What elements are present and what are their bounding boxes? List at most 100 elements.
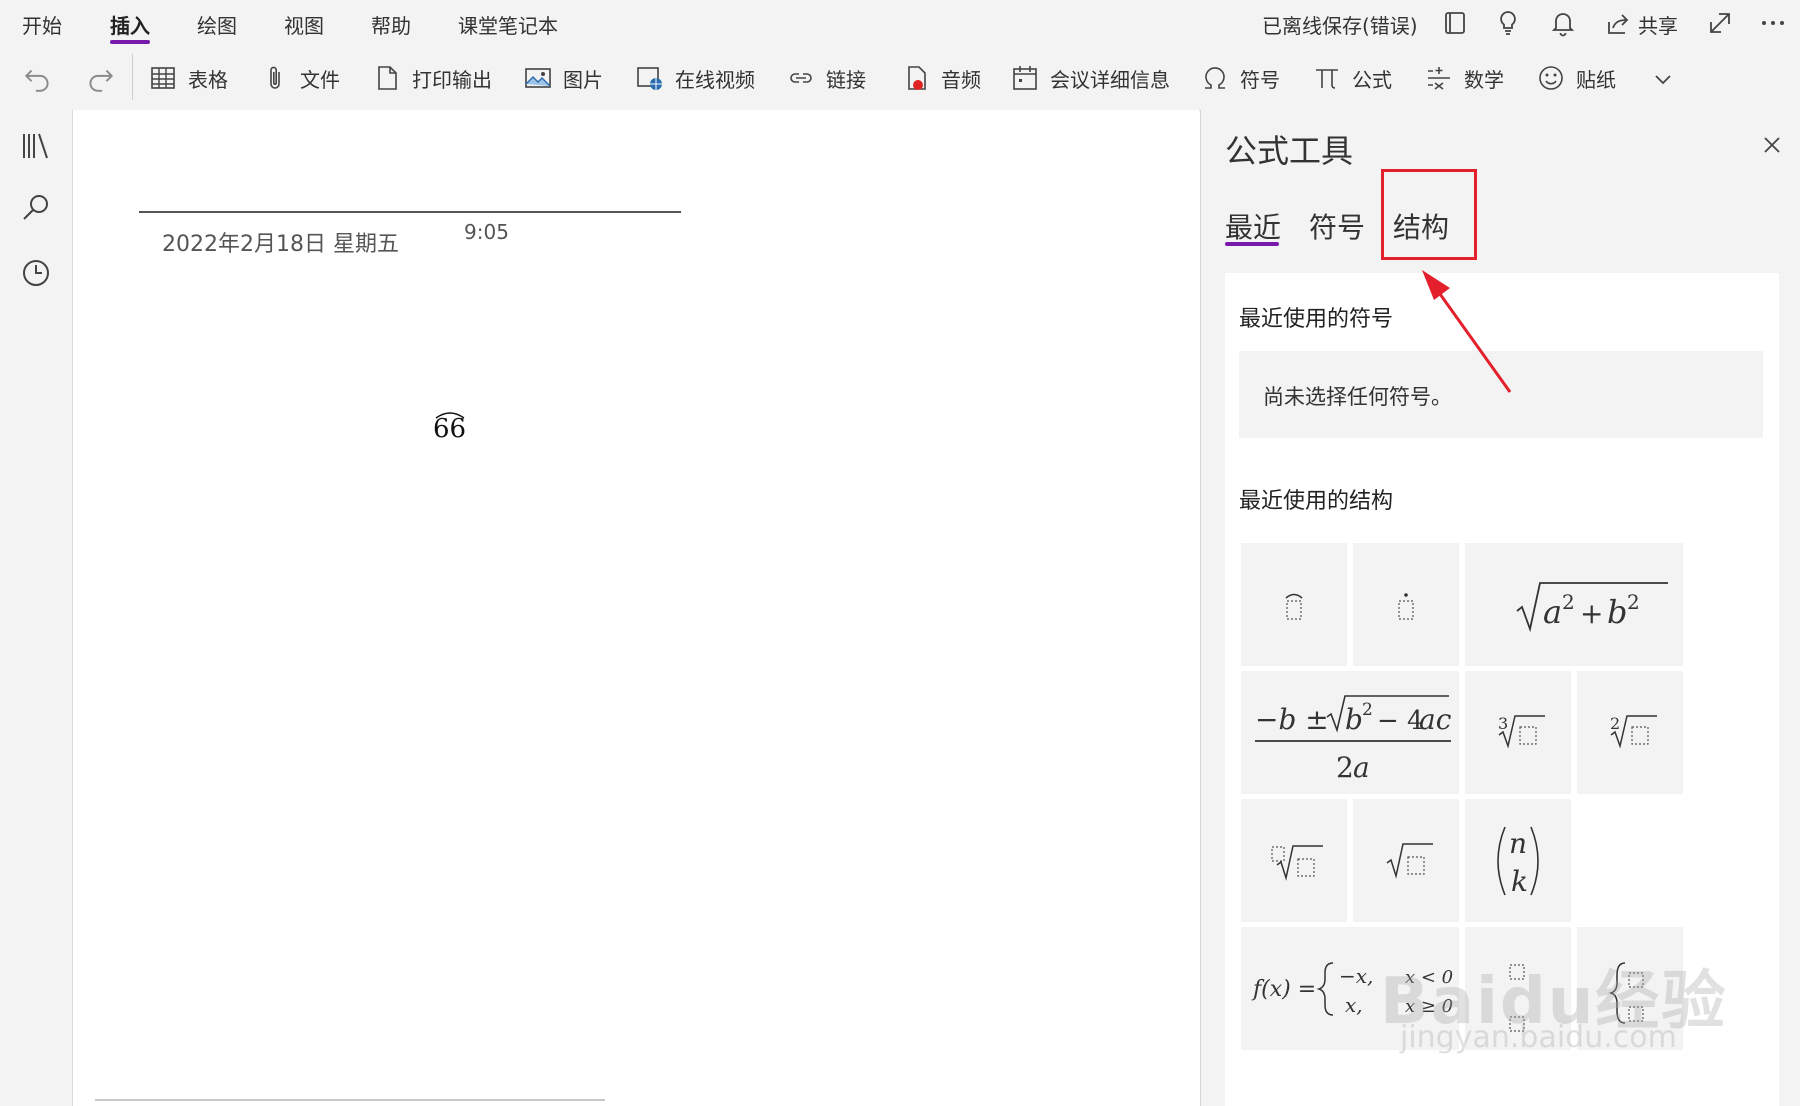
svg-text:+: + — [1580, 597, 1603, 630]
annotation-arrow — [1422, 270, 1512, 393]
insert-symbol-button[interactable]: 符号 — [1200, 62, 1280, 94]
pi-icon — [1316, 69, 1338, 89]
structure-cube-root[interactable]: 3 — [1465, 671, 1571, 794]
table-icon — [151, 67, 175, 89]
recent-structures-heading: 最近使用的结构 — [1239, 489, 1394, 514]
insert-sticker-button[interactable]: 贴纸 — [1536, 62, 1616, 94]
square-root-icon — [1386, 843, 1433, 879]
svg-text:n: n — [1509, 827, 1527, 860]
lightbulb-icon[interactable] — [1493, 8, 1523, 38]
math-icon — [1428, 67, 1450, 90]
svg-text:−b ±: −b ± — [1255, 703, 1329, 736]
math-button[interactable]: 数学 — [1424, 62, 1504, 94]
structure-binomial[interactable]: n k — [1465, 799, 1571, 922]
share-button-label[interactable]: 共享 — [1638, 10, 1678, 39]
sync-status[interactable]: 已离线保存(错误) — [1262, 10, 1418, 39]
insert-symbol-label: 符号 — [1240, 67, 1280, 92]
square-root-index-icon: 2 — [1610, 714, 1657, 749]
svg-text:ac: ac — [1419, 703, 1452, 736]
svg-text:2: 2 — [1562, 590, 1575, 614]
close-icon[interactable] — [1761, 134, 1783, 156]
insert-online-video-button[interactable]: 在线视频 — [635, 62, 755, 94]
cube-root-icon: 3 — [1498, 714, 1545, 749]
insert-audio-button[interactable]: 音频 — [901, 62, 981, 94]
clock-icon[interactable] — [18, 255, 54, 291]
active-pane-tab-indicator — [1225, 242, 1279, 246]
insert-link-label: 链接 — [826, 67, 866, 92]
svg-text:−x,: −x, — [1339, 964, 1373, 988]
sticker-icon — [1539, 66, 1563, 90]
equation-content[interactable]: 66 — [433, 414, 466, 444]
ribbon-separator — [132, 54, 133, 100]
watermark-url: jingyan.baidu.com — [1400, 1020, 1677, 1055]
tab-insert[interactable]: 插入 — [110, 10, 150, 39]
active-tab-indicator — [110, 40, 150, 44]
navigation-rail — [0, 110, 73, 1106]
insert-file-button[interactable]: 文件 — [260, 62, 340, 94]
structure-dot-accent[interactable] — [1353, 543, 1459, 666]
recent-symbols-heading: 最近使用的符号 — [1239, 307, 1394, 332]
tab-draw[interactable]: 绘图 — [197, 10, 237, 39]
file-icon — [378, 66, 397, 90]
insert-table-label: 表格 — [188, 67, 228, 92]
svg-text:3: 3 — [1498, 714, 1508, 733]
structure-square-root-index[interactable]: 2 — [1577, 671, 1683, 794]
svg-text:− 4: − 4 — [1377, 706, 1424, 736]
annotation-highlight-box — [1381, 169, 1477, 260]
insert-picture-button[interactable]: 图片 — [523, 62, 603, 94]
tab-view[interactable]: 视图 — [284, 10, 324, 39]
page-canvas[interactable]: 2022年2月18日 星期五 9:05 66 — [73, 110, 1268, 1106]
omega-icon — [1205, 67, 1225, 89]
paperclip-icon — [270, 66, 280, 89]
svg-text:a: a — [1353, 751, 1370, 784]
insert-meeting-details-label: 会议详细信息 — [1050, 67, 1170, 92]
more-options-icon[interactable] — [1758, 8, 1788, 38]
page-bottom-divider — [95, 1099, 605, 1101]
structure-square-root[interactable] — [1353, 799, 1459, 922]
tab-help[interactable]: 帮助 — [371, 10, 411, 39]
undo-icon[interactable] — [22, 62, 54, 94]
insert-printout-label: 打印输出 — [412, 67, 492, 92]
search-icon[interactable] — [18, 190, 54, 226]
structure-arc-accent[interactable] — [1241, 543, 1347, 666]
share-icon[interactable] — [1603, 8, 1633, 38]
insert-equation-label: 公式 — [1352, 67, 1392, 92]
insert-printout-button[interactable]: 打印输出 — [372, 62, 492, 94]
insert-meeting-details-button[interactable]: 会议详细信息 — [1010, 62, 1170, 94]
page-title-line[interactable] — [139, 211, 681, 213]
dot-placeholder-icon — [1398, 593, 1414, 620]
tab-home[interactable]: 开始 — [22, 10, 62, 39]
insert-online-video-label: 在线视频 — [675, 67, 755, 92]
pane-title: 公式工具 — [1225, 132, 1354, 170]
svg-text:b: b — [1607, 593, 1627, 631]
math-label: 数学 — [1464, 67, 1504, 92]
structure-sqrt-a2-b2[interactable]: a 2 + b 2 — [1465, 543, 1683, 666]
insert-table-button[interactable]: 表格 — [148, 62, 228, 94]
pane-tab-recent[interactable]: 最近 — [1225, 206, 1281, 246]
nth-root-icon — [1271, 845, 1323, 881]
structure-nth-root[interactable] — [1241, 799, 1347, 922]
audio-icon — [908, 66, 926, 90]
binomial-icon: n k — [1497, 826, 1539, 898]
tab-class-notebook[interactable]: 课堂笔记本 — [458, 10, 558, 39]
notebooks-icon[interactable] — [18, 128, 54, 164]
bell-icon[interactable] — [1548, 8, 1578, 38]
svg-text:a: a — [1543, 593, 1562, 631]
structure-quadratic-formula[interactable]: −b ± b 2 − 4 ac 2 a — [1241, 671, 1459, 794]
sqrt-sum-squares-icon: a 2 + b 2 — [1516, 582, 1668, 633]
insert-link-button[interactable]: 链接 — [786, 62, 866, 94]
svg-text:k: k — [1511, 865, 1528, 898]
chevron-down-icon[interactable] — [1652, 68, 1674, 90]
link-icon — [790, 73, 812, 83]
pane-tab-symbols[interactable]: 符号 — [1309, 206, 1365, 246]
insert-picture-label: 图片 — [563, 67, 603, 92]
svg-text:2: 2 — [1627, 590, 1640, 614]
page-time: 9:05 — [464, 220, 509, 244]
expand-icon[interactable] — [1705, 8, 1735, 38]
insert-equation-button[interactable]: 公式 — [1312, 62, 1392, 94]
redo-icon[interactable] — [84, 62, 116, 94]
svg-text:f(x) =: f(x) = — [1251, 977, 1316, 1002]
notebook-icon[interactable] — [1440, 8, 1470, 38]
ribbon-tab-bar: 开始 插入 绘图 视图 帮助 课堂笔记本 已离线保存(错误) 共享 — [0, 0, 1800, 46]
page-date: 2022年2月18日 星期五 — [162, 232, 399, 257]
